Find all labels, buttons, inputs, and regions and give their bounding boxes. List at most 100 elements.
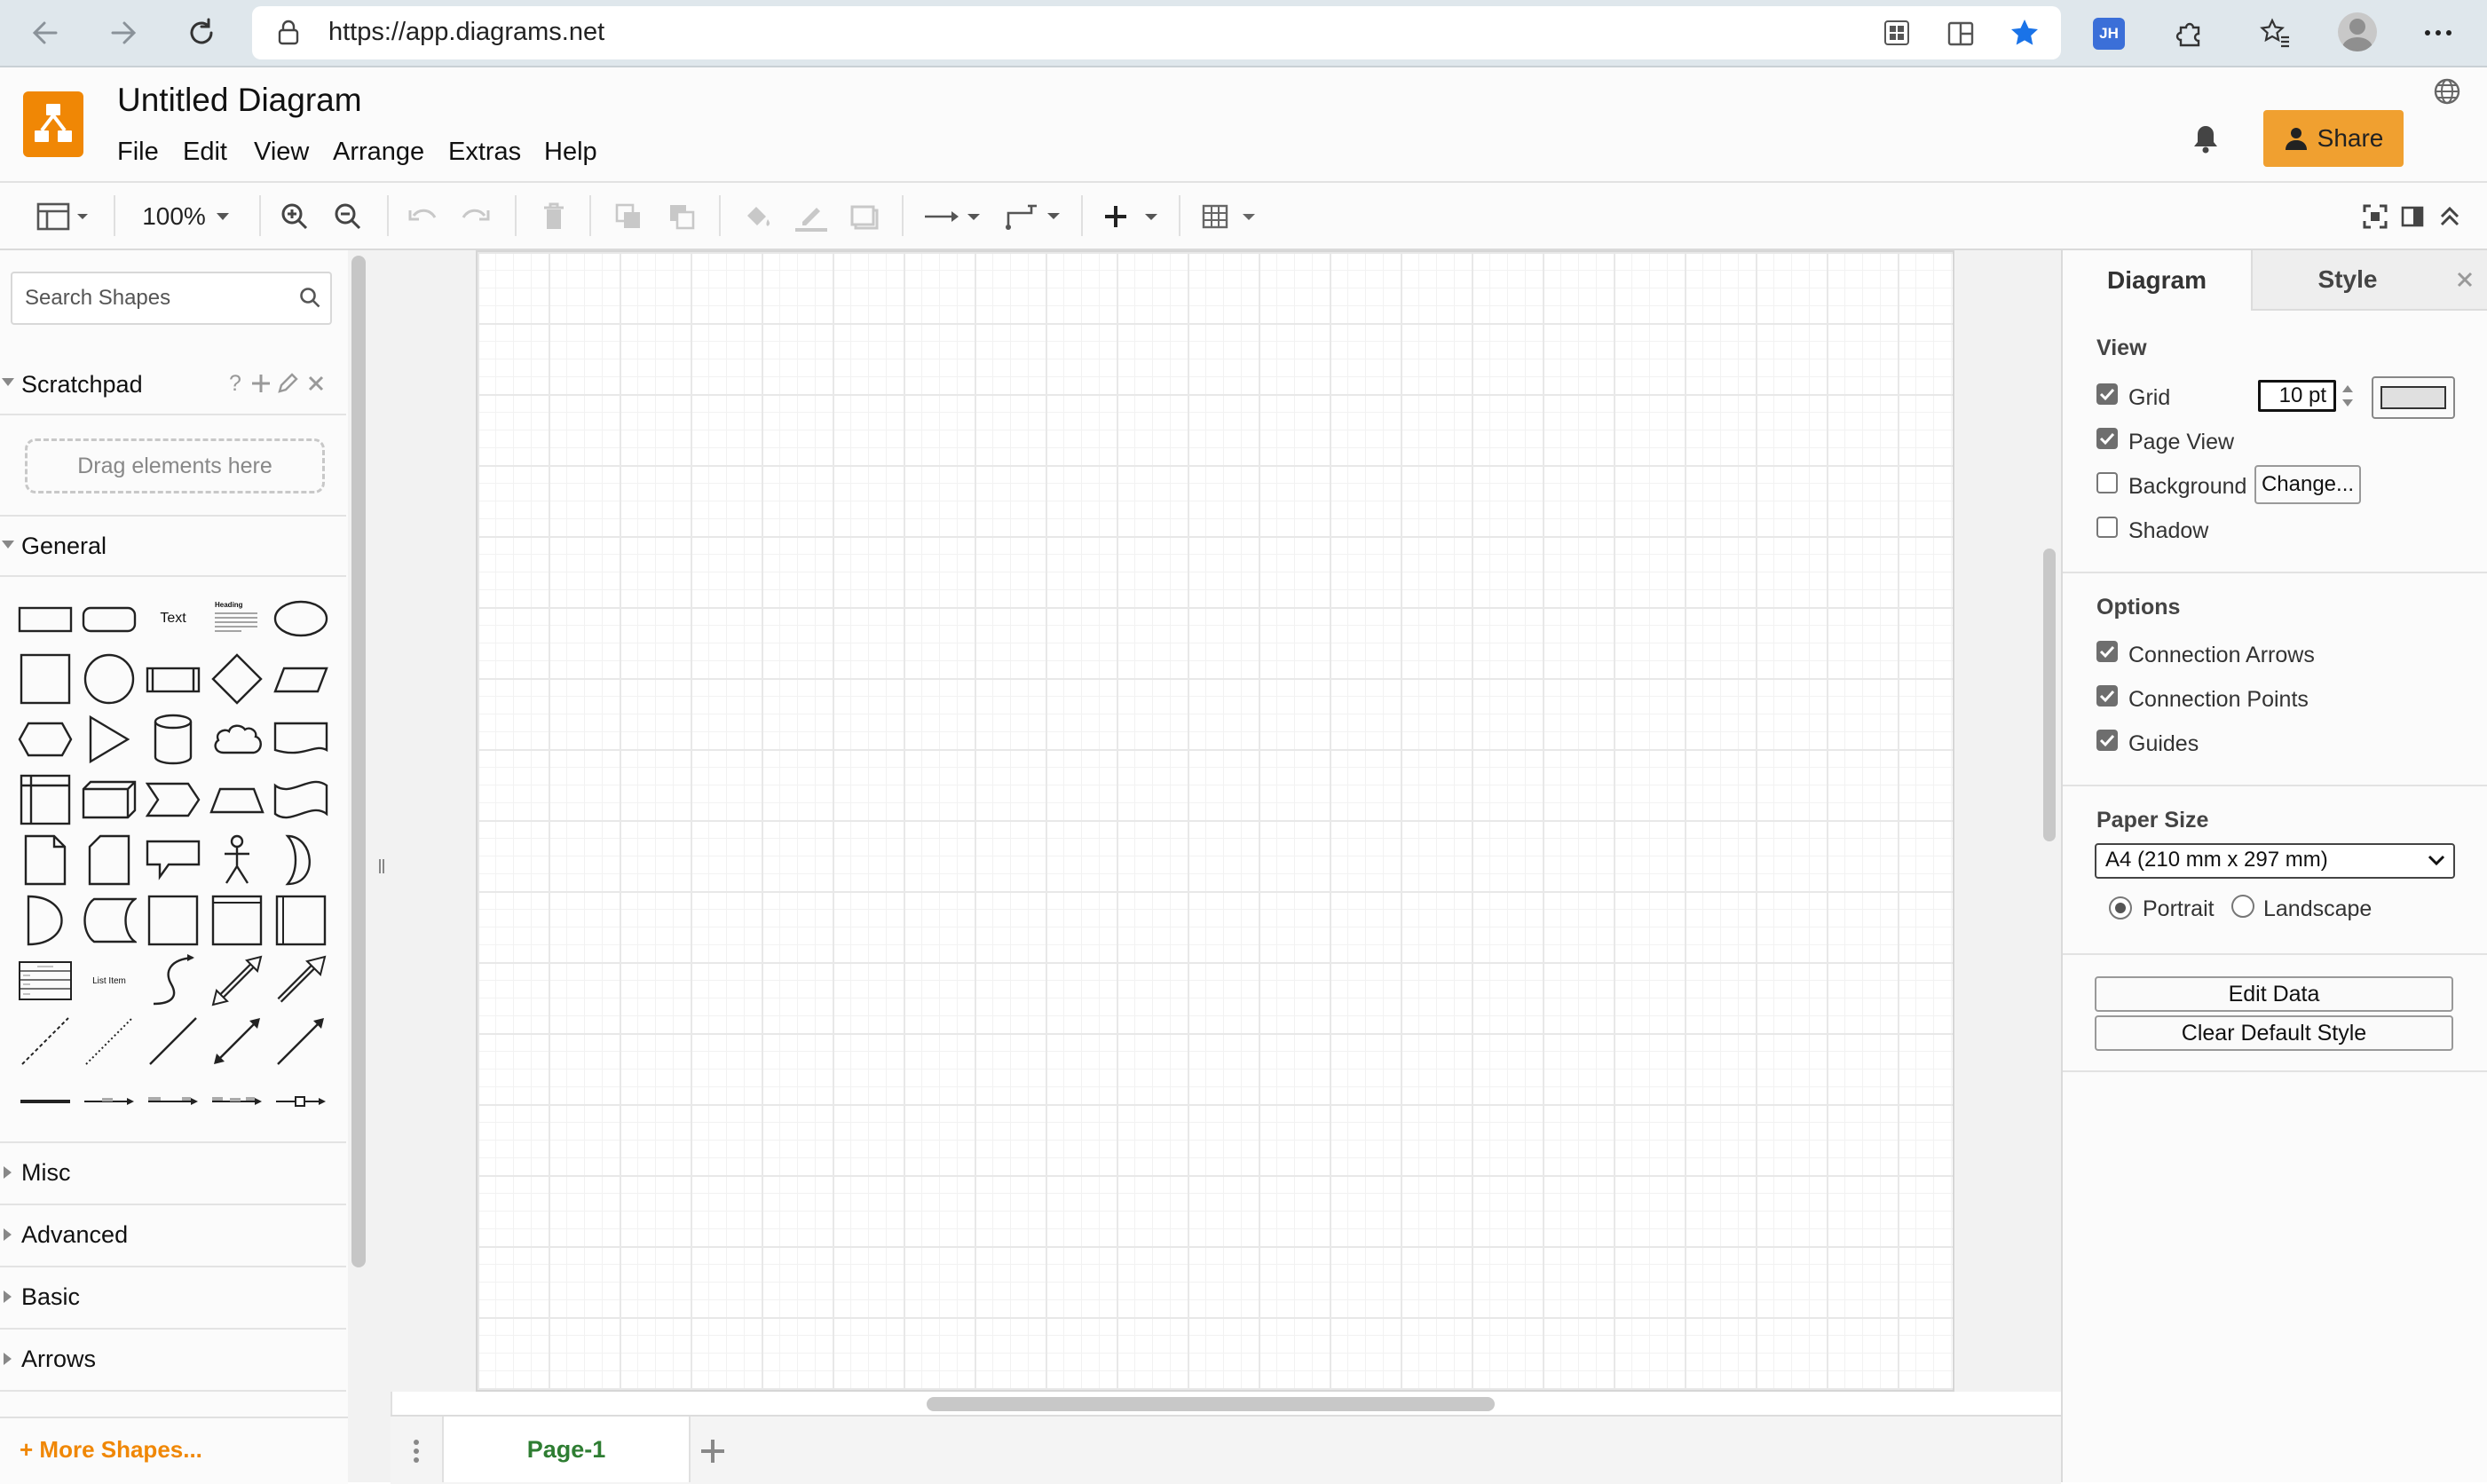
waypoints-icon[interactable] [1001, 197, 1067, 236]
and-shape[interactable] [16, 893, 75, 948]
line-shape[interactable] [144, 1014, 202, 1069]
connector-label-shape[interactable] [80, 1074, 138, 1129]
forward-icon[interactable] [101, 11, 146, 55]
connector-symbol-shape[interactable] [272, 1074, 330, 1129]
directional-connector-shape[interactable] [272, 1014, 330, 1069]
grid-size-stepper[interactable] [2338, 380, 2357, 412]
background-checkbox[interactable] [2096, 472, 2118, 493]
tab-style[interactable]: Style [2251, 250, 2443, 311]
address-bar[interactable]: https://app.diagrams.net [252, 6, 2061, 59]
more-shapes-link[interactable]: + More Shapes... [20, 1436, 202, 1464]
back-icon[interactable] [23, 11, 67, 55]
basic-section-title[interactable]: Basic [21, 1283, 80, 1311]
triangle-shape[interactable] [80, 712, 138, 767]
menu-view[interactable]: View [254, 138, 309, 167]
connection-points-checkbox[interactable] [2096, 685, 2118, 706]
menu-edit[interactable]: Edit [183, 138, 227, 167]
zoom-out-icon[interactable] [328, 197, 367, 236]
connector-3-labels-shape[interactable] [208, 1074, 266, 1129]
fullscreen-icon[interactable] [2357, 197, 2393, 236]
line-color-icon[interactable] [792, 197, 831, 236]
link-shape[interactable] [16, 1074, 75, 1129]
menu-arrange[interactable]: Arrange [333, 138, 424, 167]
or-shape[interactable] [272, 833, 330, 888]
advanced-section-title[interactable]: Advanced [21, 1221, 128, 1249]
rectangle-shape[interactable] [16, 591, 75, 646]
to-back-icon[interactable] [662, 197, 701, 236]
add-icon[interactable] [250, 373, 272, 394]
scratchpad-title[interactable]: Scratchpad [21, 371, 143, 399]
canvas-horizontal-scrollbar[interactable] [927, 1397, 1495, 1411]
caret-down-icon[interactable] [2, 378, 14, 387]
parallelogram-shape[interactable] [272, 651, 330, 706]
guides-checkbox[interactable] [2096, 730, 2118, 751]
page-tab-active[interactable]: Page-1 [442, 1417, 691, 1482]
format-panel-toggle-icon[interactable] [32, 197, 94, 236]
dotted-line-shape[interactable] [80, 1014, 138, 1069]
dashed-line-shape[interactable] [16, 1014, 75, 1069]
edit-data-button[interactable]: Edit Data [2095, 976, 2453, 1012]
cylinder-shape[interactable] [144, 712, 202, 767]
arrows-section-title[interactable]: Arrows [21, 1346, 96, 1373]
zoom-in-icon[interactable] [275, 197, 314, 236]
menu-file[interactable]: File [117, 138, 159, 167]
tab-diagram[interactable]: Diagram [2063, 250, 2251, 311]
tape-shape[interactable] [272, 772, 330, 827]
diamond-shape[interactable] [208, 651, 266, 706]
avatar[interactable] [2338, 12, 2377, 51]
globe-icon[interactable] [2432, 76, 2462, 107]
cube-shape[interactable] [80, 772, 138, 827]
edit-icon[interactable] [277, 373, 298, 394]
menu-help[interactable]: Help [544, 138, 597, 167]
favorite-star-icon[interactable] [2002, 11, 2047, 55]
step-shape[interactable] [144, 772, 202, 827]
table-icon[interactable] [1198, 197, 1264, 236]
add-page-icon[interactable] [698, 1436, 728, 1466]
page-view-checkbox[interactable] [2096, 428, 2118, 449]
redo-icon[interactable] [456, 197, 495, 236]
misc-section-title[interactable]: Misc [21, 1159, 71, 1187]
diagram-title[interactable]: Untitled Diagram [117, 82, 362, 119]
reload-icon[interactable] [179, 11, 224, 55]
format-panel-icon[interactable] [2395, 197, 2430, 236]
ellipse-shape[interactable] [272, 591, 330, 646]
zoom-dropdown[interactable]: 100% [133, 197, 240, 236]
profile-badge[interactable]: JH [2093, 18, 2125, 50]
vertical-swimlane-shape[interactable] [272, 893, 330, 948]
clear-default-style-button[interactable]: Clear Default Style [2095, 1015, 2453, 1051]
favorites-icon[interactable] [2253, 11, 2297, 55]
collapse-icon[interactable] [2432, 197, 2467, 236]
undo-icon[interactable] [403, 197, 442, 236]
help-icon[interactable]: ? [229, 371, 241, 397]
shadow-checkbox[interactable] [2096, 517, 2118, 538]
more-icon[interactable] [2416, 11, 2460, 55]
card-shape[interactable] [80, 833, 138, 888]
container-shape[interactable] [144, 893, 202, 948]
extensions-icon[interactable] [2167, 11, 2212, 55]
grid-color-button[interactable] [2372, 376, 2455, 419]
landscape-radio[interactable] [2231, 895, 2254, 918]
list-item-shape[interactable]: List Item [80, 953, 138, 1008]
swimlane-shape[interactable] [208, 893, 266, 948]
shapes-scrollbar[interactable] [351, 256, 366, 1267]
portrait-radio[interactable] [2109, 896, 2132, 920]
caret-right-icon[interactable] [4, 1291, 12, 1303]
curve-shape[interactable] [144, 953, 202, 1008]
split-screen-icon[interactable] [1938, 11, 1983, 55]
connection-arrows-checkbox[interactable] [2096, 641, 2118, 662]
pages-menu-icon[interactable] [405, 1436, 428, 1466]
list-shape[interactable] [16, 953, 75, 1008]
data-storage-shape[interactable] [80, 893, 138, 948]
search-shapes-input[interactable]: Search Shapes [11, 272, 332, 325]
arrow-shape[interactable] [272, 953, 330, 1008]
notification-bell-icon[interactable] [2191, 122, 2221, 154]
circle-shape[interactable] [80, 651, 138, 706]
insert-icon[interactable] [1099, 197, 1165, 236]
close-icon[interactable] [307, 375, 325, 392]
share-button[interactable]: Share [2263, 110, 2404, 167]
paper-size-select[interactable]: A4 (210 mm x 297 mm) [2095, 843, 2455, 879]
change-background-button[interactable]: Change... [2254, 465, 2361, 504]
menu-extras[interactable]: Extras [448, 138, 521, 167]
text-shape[interactable]: Text [144, 591, 202, 646]
close-icon[interactable] [2443, 250, 2487, 311]
